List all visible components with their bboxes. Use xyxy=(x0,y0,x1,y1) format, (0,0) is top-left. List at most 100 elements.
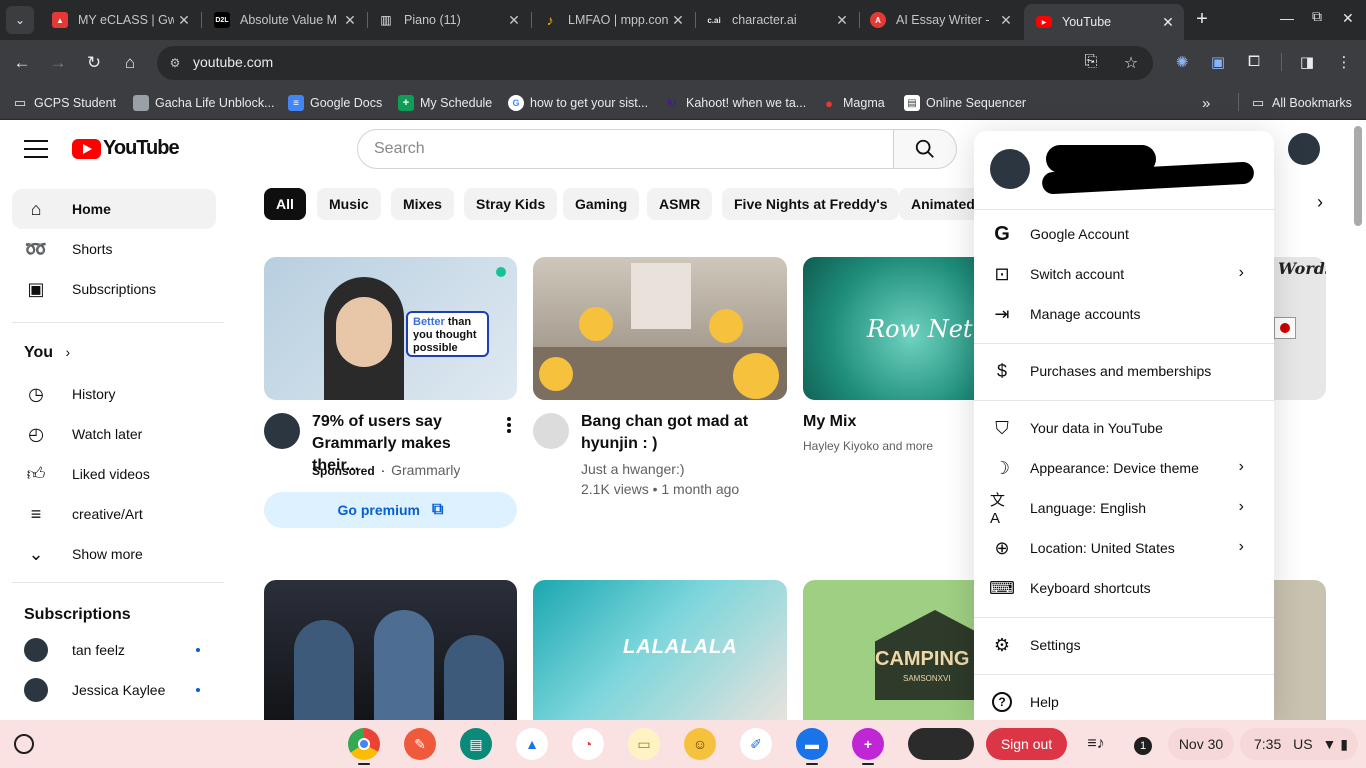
chrome-app-icon[interactable] xyxy=(348,728,380,760)
chip-stray-kids[interactable]: Stray Kids xyxy=(464,188,558,220)
video-thumbnail[interactable] xyxy=(1266,580,1326,720)
sidebar-item-creative-art[interactable]: ≡ creative/Art xyxy=(12,494,216,534)
tab-lmfao[interactable]: ♪ LMFAO | mpp.con ✕ xyxy=(530,4,694,36)
tab-d2l[interactable]: D2L Absolute Value M ✕ xyxy=(202,4,366,36)
chip-all[interactable]: All xyxy=(264,188,306,220)
sidebar-item-show-more[interactable]: ⌄ Show more xyxy=(12,534,216,574)
page-scrollbar[interactable] xyxy=(1354,126,1362,226)
video-thumbnail[interactable]: LALALALA xyxy=(533,580,787,720)
tab-youtube[interactable]: ▶ YouTube ✕ xyxy=(1024,4,1184,40)
extensions-puzzle-icon[interactable]: ⧠ xyxy=(1244,53,1264,73)
tab-piano[interactable]: ▥ Piano (11) ✕ xyxy=(366,4,530,36)
launcher-icon[interactable] xyxy=(14,734,34,754)
chip-gaming[interactable]: Gaming xyxy=(563,188,640,220)
search-button[interactable] xyxy=(893,129,957,169)
chip-mixes[interactable]: Mixes xyxy=(391,188,454,220)
site-info-icon[interactable]: ⚙ xyxy=(165,53,185,73)
account-avatar[interactable] xyxy=(1288,133,1320,165)
menu-appearance[interactable]: ☽ Appearance: Device theme › xyxy=(974,448,1274,488)
sketch-app-icon[interactable]: ✐ xyxy=(740,728,772,760)
video-title[interactable]: Bang chan got mad at hyunjin : ) xyxy=(581,411,771,455)
bookmark-kahoot[interactable]: K! Kahoot! when we ta... xyxy=(664,93,806,113)
sidebar-item-liked-videos[interactable]: 👍︎ Liked videos xyxy=(12,454,216,494)
notification-tray[interactable]: 1 xyxy=(1126,728,1160,760)
screencast-app-icon[interactable]: + xyxy=(852,728,884,760)
playlist-tray-icon[interactable]: ≡♪ xyxy=(1078,728,1114,760)
subscription-item[interactable]: tan feelz xyxy=(12,630,216,670)
close-tab-icon[interactable]: ✕ xyxy=(174,12,194,29)
bookmark-gacha[interactable]: Gacha Life Unblock... xyxy=(133,93,275,113)
minimize-icon[interactable]: — xyxy=(1280,10,1294,26)
sidebar-you-heading[interactable]: You › xyxy=(24,344,70,362)
drive-app-icon[interactable]: ▲ xyxy=(516,728,548,760)
menu-switch-account[interactable]: ⊡ Switch account › xyxy=(974,254,1274,294)
bookmark-online-sequencer[interactable]: ▤ Online Sequencer xyxy=(904,93,1026,113)
close-tab-icon[interactable]: ✕ xyxy=(504,12,524,29)
menu-google-account[interactable]: G Google Account xyxy=(974,214,1274,254)
tab-search-button[interactable]: ⌄ xyxy=(6,6,34,34)
mix-thumbnail[interactable]: Row Netwo xyxy=(803,257,983,400)
close-tab-icon[interactable]: ✕ xyxy=(668,12,688,29)
bookmark-my-schedule[interactable]: + My Schedule xyxy=(398,93,492,113)
close-tab-icon[interactable]: ✕ xyxy=(1158,14,1178,31)
install-app-icon[interactable]: ⎘ xyxy=(1081,53,1101,73)
sidebar-item-home[interactable]: ⌂ Home xyxy=(12,189,216,229)
menu-settings[interactable]: ⚙ Settings xyxy=(974,625,1274,665)
sidebar-item-shorts[interactable]: ➿ Shorts xyxy=(12,229,216,269)
status-tray[interactable]: 7:35 US ▼ ▮ xyxy=(1240,728,1358,760)
window-previews[interactable] xyxy=(908,728,974,760)
extension-icon[interactable]: ▣ xyxy=(1208,53,1228,73)
chip-fnaf[interactable]: Five Nights at Freddy's xyxy=(722,188,900,220)
bookmark-google-docs[interactable]: ≡ Google Docs xyxy=(288,93,382,113)
tab-eclass[interactable]: ▲ MY eCLASS | Gwi ✕ xyxy=(40,4,200,36)
menu-your-data[interactable]: ⛉ Your data in YouTube xyxy=(974,408,1274,448)
chip-music[interactable]: Music xyxy=(317,188,381,220)
date-tray[interactable]: Nov 30 xyxy=(1168,728,1234,760)
home-icon[interactable]: ⌂ xyxy=(117,50,143,76)
classroom-app-icon[interactable]: ▤ xyxy=(460,728,492,760)
menu-keyboard-shortcuts[interactable]: ⌨ Keyboard shortcuts xyxy=(974,568,1274,608)
video-channel[interactable]: Just a hwanger:) xyxy=(581,459,685,479)
extension-gear-icon[interactable]: ✺ xyxy=(1172,53,1192,73)
video-thumbnail[interactable] xyxy=(264,580,517,720)
close-tab-icon[interactable]: ✕ xyxy=(832,12,852,29)
hamburger-menu-icon[interactable] xyxy=(24,140,48,158)
restore-icon[interactable]: ⧉ xyxy=(1312,8,1322,25)
video-thumbnail[interactable]: Better than you thought possible xyxy=(264,257,517,400)
menu-language[interactable]: 文A Language: English › xyxy=(974,488,1274,528)
reload-icon[interactable]: ↻ xyxy=(81,50,107,76)
menu-kebab-icon[interactable]: ⋮ xyxy=(1334,53,1354,73)
sign-out-button[interactable]: Sign out xyxy=(986,728,1067,760)
bookmarks-overflow-icon[interactable]: » xyxy=(1202,93,1210,113)
close-window-icon[interactable]: ✕ xyxy=(1342,10,1354,27)
subscription-item[interactable]: Jessica Kaylee xyxy=(12,670,216,710)
menu-help[interactable]: ? Help xyxy=(974,682,1274,720)
close-tab-icon[interactable]: ✕ xyxy=(340,12,360,29)
menu-manage-accounts[interactable]: ⇥ Manage accounts xyxy=(974,294,1274,334)
emoji-app-icon[interactable]: ☺ xyxy=(684,728,716,760)
address-bar[interactable]: ⚙ youtube.com ⎘ ☆ xyxy=(157,46,1153,80)
all-bookmarks[interactable]: ▭ All Bookmarks xyxy=(1250,93,1352,113)
video-thumbnail[interactable]: Words xyxy=(1266,257,1326,400)
bookmark-magma[interactable]: ● Magma xyxy=(821,93,885,113)
bookmark-gcps[interactable]: ▭ GCPS Student xyxy=(12,93,116,113)
menu-purchases[interactable]: $ Purchases and memberships xyxy=(974,351,1274,391)
more-actions-icon[interactable] xyxy=(505,417,513,433)
notes-app-icon[interactable]: ▭ xyxy=(628,728,660,760)
bookmark-star-icon[interactable]: ☆ xyxy=(1121,53,1141,73)
video-title[interactable]: My Mix xyxy=(803,411,856,433)
chip-asmr[interactable]: ASMR xyxy=(647,188,713,220)
search-input[interactable]: Search xyxy=(357,129,894,169)
new-tab-button[interactable]: + xyxy=(1190,8,1214,32)
sidebar-item-watch-later[interactable]: ◴ Watch later xyxy=(12,414,216,454)
clock-app-icon[interactable]: ◔ xyxy=(572,728,604,760)
files-app-icon[interactable]: ▬ xyxy=(796,728,828,760)
sidebar-item-history[interactable]: ◷ History xyxy=(12,374,216,414)
bookmark-how-to[interactable]: G how to get your sist... xyxy=(508,93,648,113)
channel-avatar[interactable] xyxy=(264,413,300,449)
side-panel-icon[interactable]: ◨ xyxy=(1297,53,1317,73)
tab-essay-writer[interactable]: A AI Essay Writer - ✕ xyxy=(858,4,1022,36)
go-premium-button[interactable]: Go premium ⧉ xyxy=(264,492,517,528)
video-thumbnail[interactable]: CAMPING SAMSONXVI xyxy=(803,580,983,720)
channel-avatar[interactable] xyxy=(533,413,569,449)
